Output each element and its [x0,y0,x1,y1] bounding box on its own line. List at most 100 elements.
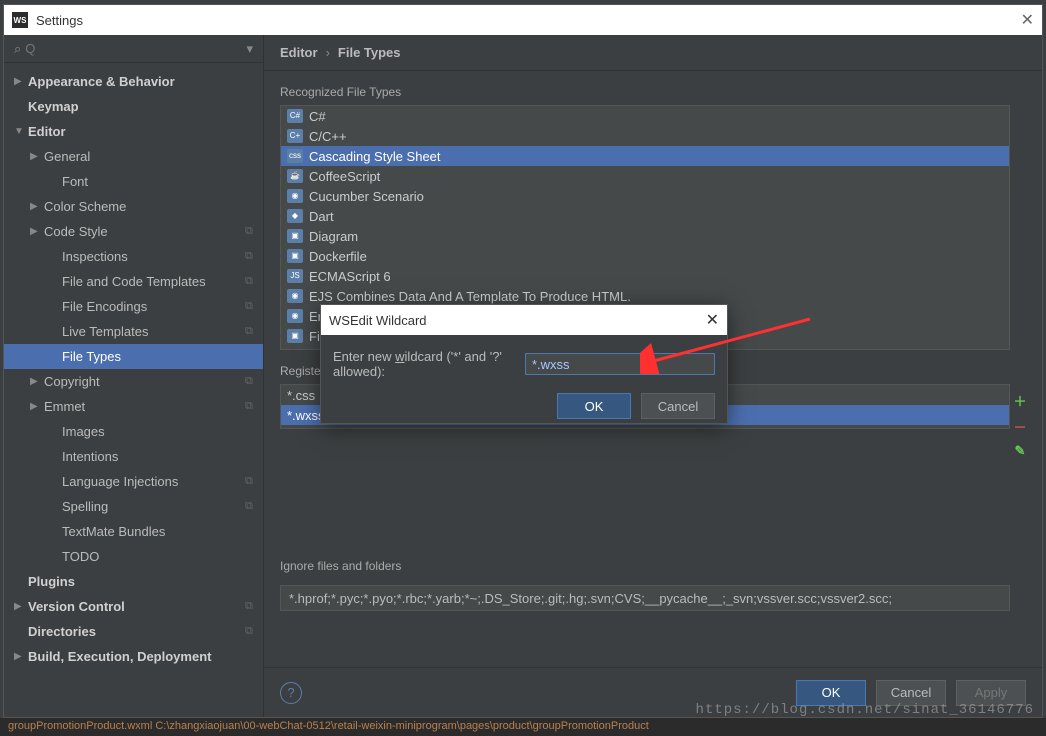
breadcrumb-sep-icon: › [326,45,330,60]
dialog-cancel-button[interactable]: Cancel [641,393,715,419]
footer: ? OK Cancel Apply [264,667,1042,717]
filetype-row[interactable]: ◆ Dart [281,206,1009,226]
app-icon: WS [12,12,28,28]
tree-arrow-icon: ▶ [14,601,28,612]
filetype-icon: ◉ [287,309,303,323]
filetype-name: C# [309,109,326,124]
project-scope-icon: ⧉ [245,275,263,288]
project-scope-icon: ⧉ [245,225,263,238]
editor-tab-strip: groupPromotionProduct.wxml C:\zhangxiaoj… [0,718,1046,736]
tree-item-file-types[interactable]: File Types [4,344,263,369]
tree-item-build-execution-deployment[interactable]: ▶Build, Execution, Deployment [4,644,263,669]
ignore-label: Ignore files and folders [280,559,1026,573]
project-scope-icon: ⧉ [245,300,263,313]
tree-item-label: Inspections [62,249,245,264]
filetype-row[interactable]: C#C# [281,106,1009,126]
project-scope-icon: ⧉ [245,400,263,413]
apply-button[interactable]: Apply [956,680,1026,706]
tree-item-language-injections[interactable]: Language Injections⧉ [4,469,263,494]
tree-item-version-control[interactable]: ▶Version Control⧉ [4,594,263,619]
add-pattern-icon[interactable]: ＋ [1011,391,1029,409]
filetype-row[interactable]: JS ECMAScript 6 [281,266,1009,286]
tree-item-inspections[interactable]: Inspections⧉ [4,244,263,269]
tree-item-spelling[interactable]: Spelling⧉ [4,494,263,519]
project-scope-icon: ⧉ [245,325,263,338]
dialog-titlebar[interactable]: WS Edit Wildcard ✕ [321,305,727,335]
filetype-row[interactable]: css Cascading Style Sheet [281,146,1009,166]
remove-pattern-icon[interactable]: － [1011,417,1029,435]
tree-item-plugins[interactable]: Plugins [4,569,263,594]
search-bar[interactable]: ⌕ ▾ [4,35,263,63]
sidebar: ⌕ ▾ ▶Appearance & BehaviorKeymap▼Editor▶… [4,35,264,717]
tree-item-general[interactable]: ▶General [4,144,263,169]
cancel-button[interactable]: Cancel [876,680,946,706]
filetype-name: Cascading Style Sheet [309,149,441,164]
dialog-app-icon: WS [329,313,350,328]
tree-arrow-icon: ▶ [30,201,44,212]
filetype-row[interactable]: ▣Diagram [281,226,1009,246]
tree-item-directories[interactable]: Directories⧉ [4,619,263,644]
filetype-icon: JS [287,269,303,283]
tree-item-emmet[interactable]: ▶Emmet⧉ [4,394,263,419]
filetype-icon: ▣ [287,329,303,343]
filetype-icon: ▣ [287,349,303,350]
tree-arrow-icon: ▶ [30,226,44,237]
tree-item-label: Live Templates [62,324,245,339]
tree-item-label: Keymap [28,99,245,114]
filetype-name: Dart [309,209,334,224]
filetype-name: Cucumber Scenario [309,189,424,204]
edit-wildcard-dialog: WS Edit Wildcard ✕ Enter new wildcard ('… [320,304,728,424]
filetype-name: Dockerfile [309,249,367,264]
filetype-row[interactable]: ☕CoffeeScript [281,166,1009,186]
project-scope-icon: ⧉ [245,500,263,513]
tree-item-label: Emmet [44,399,245,414]
tree-item-copyright[interactable]: ▶Copyright⧉ [4,369,263,394]
tree-item-label: Appearance & Behavior [28,74,245,89]
filetype-icon: ◆ [287,209,303,223]
tree-item-label: TODO [62,549,245,564]
tree-item-label: Editor [28,124,245,139]
tree-item-keymap[interactable]: Keymap [4,94,263,119]
tree-item-images[interactable]: Images [4,419,263,444]
tree-item-live-templates[interactable]: Live Templates⧉ [4,319,263,344]
filetype-icon: css [287,149,303,163]
tree-item-todo[interactable]: TODO [4,544,263,569]
filetype-row[interactable]: ◉EJS Combines Data And A Template To Pro… [281,286,1009,306]
project-scope-icon: ⧉ [245,475,263,488]
tree-item-label: Font [62,174,245,189]
tree-item-label: File Types [62,349,245,364]
tree-item-intentions[interactable]: Intentions [4,444,263,469]
tree-item-textmate-bundles[interactable]: TextMate Bundles [4,519,263,544]
filetype-name: ECMAScript 6 [309,269,391,284]
tree-item-label: Spelling [62,499,245,514]
breadcrumb-editor[interactable]: Editor [280,45,318,60]
settings-tree[interactable]: ▶Appearance & BehaviorKeymap▼Editor▶Gene… [4,63,263,717]
help-icon[interactable]: ? [280,682,302,704]
tree-item-label: Images [62,424,245,439]
breadcrumb-filetypes: File Types [338,45,401,60]
filetype-row[interactable]: C+C/C++ [281,126,1009,146]
dialog-ok-button[interactable]: OK [557,393,631,419]
tree-item-file-and-code-templates[interactable]: File and Code Templates⧉ [4,269,263,294]
dialog-close-icon[interactable]: ✕ [706,310,719,330]
filetype-row[interactable]: ▣Dockerfile [281,246,1009,266]
window-close-icon[interactable]: ✕ [1021,10,1034,30]
filetype-icon: C+ [287,129,303,143]
tree-item-appearance-behavior[interactable]: ▶Appearance & Behavior [4,69,263,94]
ok-button[interactable]: OK [796,680,866,706]
tree-item-code-style[interactable]: ▶Code Style⧉ [4,219,263,244]
filetype-name: EJS Combines Data And A Template To Prod… [309,289,631,304]
ignore-input[interactable] [280,585,1010,611]
tree-item-label: TextMate Bundles [62,524,245,539]
edit-pattern-icon[interactable]: ✎ [1011,443,1029,459]
tree-item-editor[interactable]: ▼Editor [4,119,263,144]
tree-item-file-encodings[interactable]: File Encodings⧉ [4,294,263,319]
tree-item-color-scheme[interactable]: ▶Color Scheme [4,194,263,219]
titlebar[interactable]: WS Settings ✕ [4,5,1042,35]
wildcard-input[interactable] [525,353,715,375]
tree-item-label: File Encodings [62,299,245,314]
search-input[interactable] [25,41,246,56]
filetype-row[interactable]: ◉Cucumber Scenario [281,186,1009,206]
tree-item-font[interactable]: Font [4,169,263,194]
search-history-icon[interactable]: ▾ [246,41,253,57]
